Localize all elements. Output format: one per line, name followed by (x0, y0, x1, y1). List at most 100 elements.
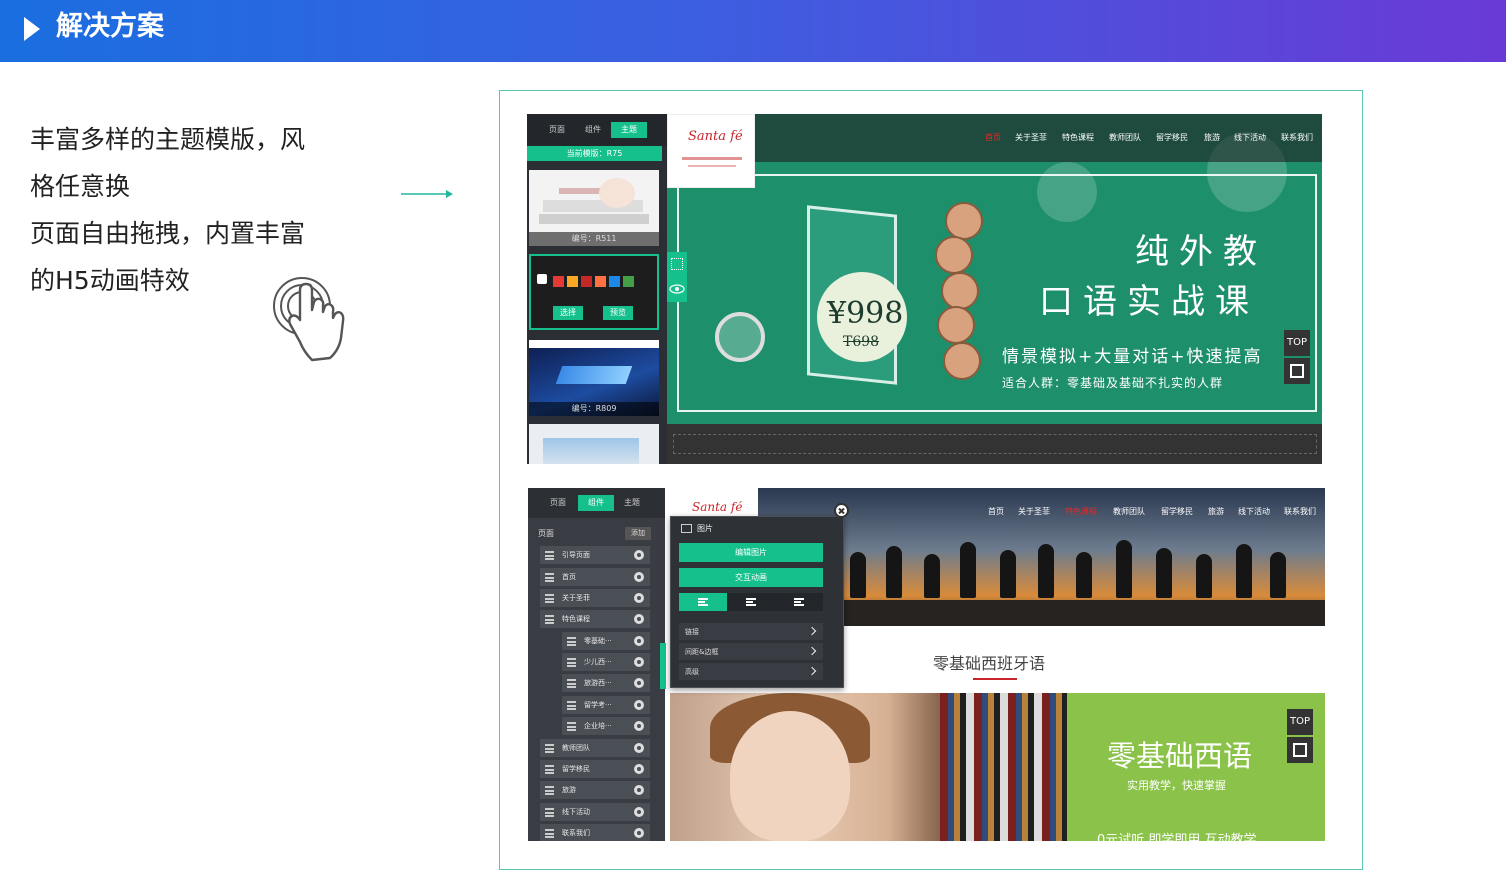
gear-icon[interactable] (634, 807, 644, 817)
spacing-border-row[interactable]: 间距&边框 (679, 643, 823, 661)
nav-item[interactable]: 留学移民 (1161, 506, 1193, 517)
page-item[interactable]: 引导页面 (540, 546, 650, 565)
add-page-button[interactable]: 添加 (625, 527, 651, 540)
nav-item[interactable]: 首页 (985, 132, 1001, 143)
subpage-item[interactable]: 企业培··· (562, 717, 650, 736)
back-to-top-button[interactable]: TOP (1287, 709, 1313, 735)
tab-theme[interactable]: 主题 (611, 122, 647, 138)
page-item[interactable]: 线下活动 (540, 803, 650, 822)
gear-icon[interactable] (634, 764, 644, 774)
nav-item[interactable]: 线下活动 (1234, 132, 1266, 143)
qr-code-icon[interactable] (1284, 358, 1310, 384)
align-left-icon[interactable] (679, 593, 727, 611)
page-editor-screenshot: 页面 组件 主题 页面 添加 引导页面 首页 关于圣菲 特色课程 零基础··· … (528, 488, 1325, 841)
tab-page[interactable]: 页面 (540, 495, 576, 511)
tab-page[interactable]: 页面 (539, 122, 575, 138)
back-to-top-button[interactable]: TOP (1284, 330, 1310, 356)
qr-code-icon[interactable] (1287, 737, 1313, 763)
component-toolbar[interactable] (667, 252, 687, 302)
gear-icon[interactable] (634, 614, 644, 624)
select-button[interactable]: 选择 (553, 306, 583, 320)
page-item[interactable]: 关于圣菲 (540, 589, 650, 608)
menu-icon[interactable] (545, 765, 554, 774)
gear-icon[interactable] (634, 593, 644, 603)
gear-icon[interactable] (634, 721, 644, 731)
gear-icon[interactable] (634, 743, 644, 753)
nav-item[interactable]: 联系我们 (1281, 132, 1313, 143)
template-thumbnail[interactable]: 编号：R511 (529, 170, 659, 246)
link-row[interactable]: 链接 (679, 623, 823, 641)
page-label: 引导页面 (562, 551, 590, 559)
edit-image-button[interactable]: 编辑图片 (679, 543, 823, 562)
subpage-item[interactable]: 少儿西··· (562, 653, 650, 672)
nav-item[interactable]: 联系我们 (1284, 506, 1316, 517)
editor-tabs: 页面 组件 主题 (527, 114, 667, 146)
pages-panel: 页面 组件 主题 页面 添加 引导页面 首页 关于圣菲 特色课程 零基础··· … (528, 488, 665, 841)
page-label: 少儿西··· (584, 658, 612, 666)
drop-zone[interactable] (667, 424, 1322, 464)
preview-button[interactable]: 预览 (603, 306, 633, 320)
page-item[interactable]: 联系我们 (540, 824, 650, 841)
student-photo[interactable] (670, 693, 1067, 841)
site-logo: Santa fé (670, 488, 758, 518)
menu-icon[interactable] (545, 744, 554, 753)
price-circle: ¥998 T698 (817, 272, 907, 362)
advanced-row[interactable]: 高级 (679, 663, 823, 681)
align-center-icon[interactable] (727, 593, 775, 611)
menu-icon[interactable] (567, 679, 576, 688)
gear-icon[interactable] (634, 572, 644, 582)
promo-panel[interactable]: 零基础西语 实用教学，快速掌握 0元试听 即学即用 互动教学 TOP (1067, 693, 1325, 841)
page-item[interactable]: 特色课程 (540, 610, 650, 629)
nav-item[interactable]: 首页 (988, 506, 1004, 517)
nav-item[interactable]: 特色课程 (1062, 132, 1094, 143)
menu-icon[interactable] (545, 573, 554, 582)
gear-icon[interactable] (634, 636, 644, 646)
chevron-right-icon (807, 646, 817, 656)
gear-icon[interactable] (634, 828, 644, 838)
eye-icon[interactable] (667, 282, 687, 296)
menu-icon[interactable] (567, 722, 576, 731)
nav-item[interactable]: 留学移民 (1156, 132, 1188, 143)
menu-icon[interactable] (545, 808, 554, 817)
tab-component[interactable]: 组件 (578, 495, 614, 511)
align-right-icon[interactable] (775, 593, 823, 611)
nav-item[interactable]: 特色课程 (1065, 506, 1097, 517)
nav-item[interactable]: 旅游 (1208, 506, 1224, 517)
panel-resize-handle[interactable] (660, 643, 666, 689)
menu-icon[interactable] (545, 615, 554, 624)
nav-item[interactable]: 教师团队 (1109, 132, 1141, 143)
nav-item[interactable]: 关于圣菲 (1018, 506, 1050, 517)
gear-icon[interactable] (634, 550, 644, 560)
nav-item[interactable]: 关于圣菲 (1015, 132, 1047, 143)
hero-banner[interactable]: ¥998 T698 纯外教 口语实战课 情景模拟+大量对话+快速提高 适合人群：… (667, 132, 1322, 424)
page-item[interactable]: 教师团队 (540, 739, 650, 758)
subpage-item[interactable]: 零基础··· (562, 632, 650, 651)
menu-icon[interactable] (545, 786, 554, 795)
menu-icon[interactable] (545, 594, 554, 603)
nav-item[interactable]: 教师团队 (1113, 506, 1145, 517)
menu-icon[interactable] (545, 829, 554, 838)
interaction-animation-button[interactable]: 交互动画 (679, 568, 823, 587)
page-item[interactable]: 旅游 (540, 781, 650, 800)
gear-icon[interactable] (634, 678, 644, 688)
subpage-item[interactable]: 旅游西··· (562, 674, 650, 693)
gear-icon[interactable] (634, 700, 644, 710)
page-item[interactable]: 首页 (540, 568, 650, 587)
template-thumbnail[interactable] (529, 424, 659, 464)
menu-icon[interactable] (567, 701, 576, 710)
gear-icon[interactable] (634, 657, 644, 667)
menu-icon[interactable] (567, 658, 576, 667)
menu-icon[interactable] (567, 637, 576, 646)
tab-component[interactable]: 组件 (575, 122, 611, 138)
template-thumbnail-selected[interactable]: 选择 预览 (529, 254, 659, 330)
gear-icon[interactable] (634, 785, 644, 795)
template-thumbnail[interactable]: 编号：R809 (529, 340, 659, 416)
tab-theme[interactable]: 主题 (614, 495, 650, 511)
close-icon[interactable] (834, 503, 849, 518)
desc-line: 丰富多样的主题模版，风 (30, 125, 306, 154)
nav-item[interactable]: 旅游 (1204, 132, 1220, 143)
nav-item[interactable]: 线下活动 (1238, 506, 1270, 517)
page-item[interactable]: 留学移民 (540, 760, 650, 779)
menu-icon[interactable] (545, 551, 554, 560)
subpage-item[interactable]: 留学考··· (562, 696, 650, 715)
